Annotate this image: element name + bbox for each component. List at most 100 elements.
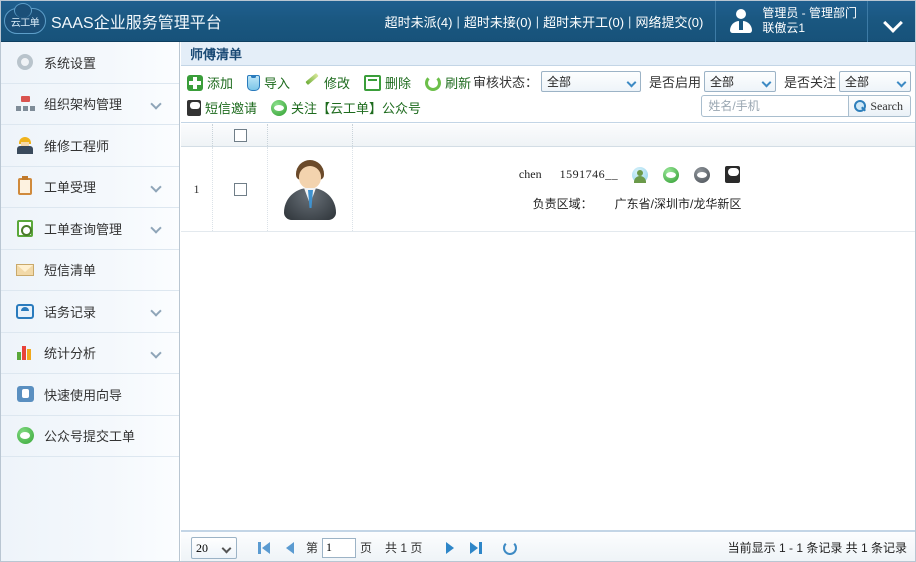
delete-icon (364, 75, 381, 91)
grid-header-checkbox-cell (213, 124, 268, 146)
sms-invite-label: 短信邀请 (205, 98, 257, 117)
edit-button[interactable]: 修改 (304, 73, 350, 92)
sidebar-item-label: 工单查询管理 (44, 219, 122, 238)
search-document-icon (15, 218, 35, 238)
sidebar-item-work-order-acceptance[interactable]: 工单受理 (1, 167, 179, 209)
header-dropdown-button[interactable] (867, 1, 916, 42)
row-secondary-line: 负责区域： 广东省/深圳市/龙华新区 (533, 195, 742, 212)
chevron-down-icon (152, 349, 161, 358)
row-status-icons (632, 166, 755, 183)
sidebar-item-label: 话务记录 (44, 302, 96, 321)
enabled-filter-label: 是否启用 (649, 72, 701, 91)
area-value: 广东省/深圳市/龙华新区 (615, 195, 742, 212)
chevron-down-icon (152, 224, 161, 233)
user-name-department: 管理员 - 管理部门 (762, 6, 857, 21)
follow-official-account-button[interactable]: 关注【云工单】公众号 (271, 98, 421, 117)
search-input[interactable] (701, 95, 849, 117)
alert-link-overdue-unstarted[interactable]: 超时未开工(0) (543, 12, 624, 31)
audit-status-select-wrap: 全部 (541, 71, 649, 92)
next-page-icon (446, 542, 454, 554)
last-page-icon (470, 542, 478, 554)
sidebar-item-quick-guide[interactable]: 快速使用向导 (1, 374, 179, 416)
bar-chart-icon (15, 343, 35, 363)
table-row[interactable]: 1 chen 1591746__ (181, 147, 916, 232)
import-button[interactable]: 导入 (247, 73, 290, 92)
alert-separator: | (628, 14, 631, 29)
mail-icon (15, 260, 35, 280)
sidebar-item-wechat-submit[interactable]: 公众号提交工单 (1, 416, 179, 458)
add-button-label: 添加 (207, 73, 233, 92)
person-avatar (280, 158, 340, 220)
worker-name: chen (519, 167, 542, 182)
sidebar-item-org-management[interactable]: 组织架构管理 (1, 84, 179, 126)
sidebar-item-sms-list[interactable]: 短信清单 (1, 250, 179, 292)
toolbar: 添加 导入 修改 删除 刷新 (181, 66, 916, 123)
alert-links: 超时未派(4) | 超时未接(0) | 超时未开工(0) | 网络提交(0) (385, 12, 704, 31)
org-chart-icon (15, 94, 35, 114)
sidebar-navigation: 系统设置 组织架构管理 维修工程师 工单受理 工单查询管理 (1, 42, 180, 562)
delete-button[interactable]: 删除 (364, 73, 411, 92)
logo-label: 云工单 (11, 14, 40, 29)
select-all-checkbox[interactable] (234, 129, 247, 142)
refresh-icon (425, 75, 441, 91)
page-size-select-wrap: 20 (191, 537, 237, 559)
search-button[interactable]: Search (849, 95, 911, 117)
engineer-icon (15, 135, 35, 155)
wechat-gray-icon[interactable] (694, 167, 710, 183)
page-size-select[interactable]: 20 (191, 537, 237, 559)
chevron-down-icon (152, 307, 161, 316)
edit-pencil-icon (304, 75, 320, 91)
wechat-green-icon[interactable] (663, 167, 679, 183)
sidebar-item-work-order-query[interactable]: 工单查询管理 (1, 208, 179, 250)
pagination-bar: 20 第 页 共 1 页 当前显示 1 - 1 条记录 共 1 条记录 (181, 531, 916, 562)
edit-button-label: 修改 (324, 73, 350, 92)
user-status-icon[interactable] (632, 167, 648, 183)
row-primary-line: chen 1591746__ (519, 166, 755, 183)
row-index-cell: 1 (181, 147, 213, 231)
prev-page-button[interactable] (277, 536, 303, 560)
sidebar-item-call-records[interactable]: 话务记录 (1, 291, 179, 333)
reload-icon[interactable] (503, 541, 517, 555)
user-org: 联傲云1 (762, 21, 857, 36)
alert-link-overdue-unaccepted[interactable]: 超时未接(0) (464, 12, 532, 31)
sms-invite-button[interactable]: 短信邀请 (187, 98, 257, 117)
worker-phone: 1591746__ (560, 167, 619, 182)
first-page-button[interactable] (251, 536, 277, 560)
add-button[interactable]: 添加 (187, 73, 233, 92)
app-logo: 云工单 (1, 1, 49, 42)
alert-link-overdue-undispatched[interactable]: 超时未派(4) (385, 12, 453, 31)
followed-filter-select-wrap: 全部 (839, 71, 911, 92)
guide-icon (15, 384, 35, 404)
audit-status-label: 审核状态： (473, 72, 538, 91)
sidebar-item-system-settings[interactable]: 系统设置 (1, 42, 179, 84)
search-button-label: Search (870, 99, 903, 114)
grid-header-avatar-cell (268, 124, 353, 146)
sidebar-item-repair-engineer[interactable]: 维修工程师 (1, 125, 179, 167)
last-page-button[interactable] (463, 536, 489, 560)
enabled-filter-select[interactable]: 全部 (704, 71, 776, 92)
delete-button-label: 删除 (385, 73, 411, 92)
wechat-official-icon (271, 100, 287, 116)
audit-status-select[interactable]: 全部 (541, 71, 641, 92)
next-page-button[interactable] (437, 536, 463, 560)
sidebar-item-label: 组织架构管理 (44, 94, 122, 113)
search-group: Search (701, 95, 911, 117)
prev-page-icon (286, 542, 294, 554)
sidebar-item-label: 公众号提交工单 (44, 426, 135, 445)
alert-link-web-submitted[interactable]: 网络提交(0) (635, 12, 703, 31)
refresh-button[interactable]: 刷新 (425, 73, 471, 92)
followed-filter-select[interactable]: 全部 (839, 71, 911, 92)
chevron-down-icon (152, 183, 161, 192)
row-select-checkbox[interactable] (234, 183, 247, 196)
enabled-filter-select-wrap: 全部 (704, 71, 784, 92)
sms-device-icon[interactable] (725, 166, 740, 183)
sidebar-item-statistics[interactable]: 统计分析 (1, 333, 179, 375)
application-window: 云工单 SAAS企业服务管理平台 超时未派(4) | 超时未接(0) | 超时未… (0, 0, 916, 562)
gear-icon (15, 52, 35, 72)
chevron-down-icon (152, 100, 161, 109)
user-info-box[interactable]: 管理员 - 管理部门 联傲云1 (715, 1, 867, 42)
total-pages-label: 共 1 页 (385, 539, 422, 556)
page-number-input[interactable] (322, 538, 356, 558)
user-avatar-icon (728, 8, 754, 34)
refresh-button-label: 刷新 (445, 73, 471, 92)
